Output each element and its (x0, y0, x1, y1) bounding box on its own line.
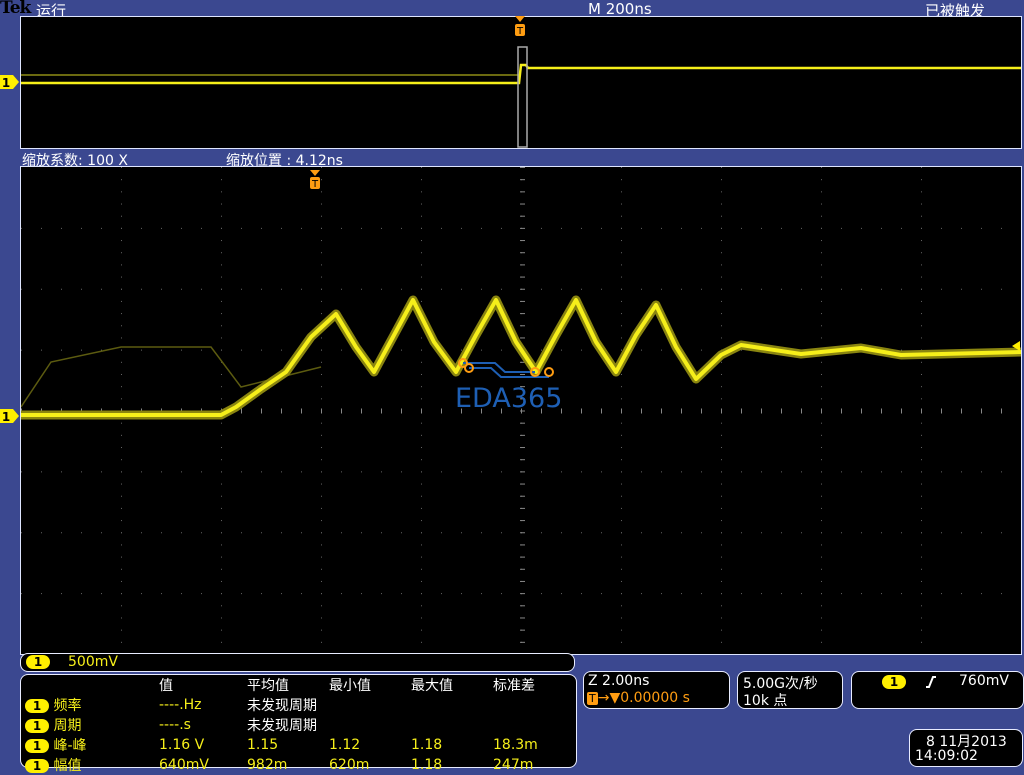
measurement-min: 620m (329, 757, 370, 773)
time: 14:09:02 (915, 748, 978, 764)
measurement-std: 18.3m (493, 737, 538, 753)
channel-1-marker-overview[interactable]: 1 (0, 74, 20, 94)
measurement-value: 640mV (159, 757, 209, 773)
rising-edge-icon (924, 674, 938, 694)
measurement-max: 1.18 (411, 737, 443, 753)
channel-1-scale-box[interactable]: 1 500mV (20, 653, 575, 672)
measurement-note: 未发现周期 (247, 718, 317, 734)
measurement-min: 1.12 (329, 737, 361, 753)
trigger-marker-icon: T (514, 16, 526, 38)
measurement-mean: 1.15 (247, 737, 279, 753)
record-length: 10k 点 (743, 693, 788, 709)
trigger-level: 760mV (959, 673, 1009, 689)
svg-text:T: T (516, 26, 524, 37)
measurement-name: 频率 (53, 698, 82, 714)
measurement-value: ----.s (159, 717, 191, 733)
datetime-box: 8 11月2013 14:09:02 (909, 729, 1023, 767)
trigger-position-icon: T (308, 170, 322, 190)
measurement-panel: 值 平均值 最小值 最大值 标准差 1 频率 ----.Hz 未发现周期 1 周… (20, 674, 577, 774)
trigger-position-value: 0.00000 s (620, 690, 690, 706)
measurement-value: 1.16 V (159, 737, 205, 753)
svg-text:1: 1 (2, 76, 10, 90)
svg-text:1: 1 (2, 410, 10, 424)
zoom-scale: Z 2.00ns (588, 673, 650, 689)
measurement-row-amplitude[interactable]: 1 幅值 640mV 982m 620m 1.18 247m (25, 755, 538, 775)
measurement-max: 1.18 (411, 757, 443, 773)
measurement-row-period[interactable]: 1 周期 ----.s 未发现周期 (25, 715, 538, 735)
trigger-box[interactable]: 1 760mV (851, 671, 1024, 709)
measurement-value: ----.Hz (159, 697, 202, 713)
header-min: 最小值 (329, 678, 371, 694)
header-mean: 平均值 (247, 678, 289, 694)
zoom-timebase-box[interactable]: Z 2.00ns T →▼0.00000 s (583, 671, 730, 709)
channel-badge: 1 (25, 719, 49, 733)
measurement-name: 幅值 (53, 758, 82, 774)
trigger-channel-badge: 1 (882, 675, 906, 689)
trigger-position: T →▼0.00000 s (587, 690, 690, 706)
channel-badge: 1 (25, 699, 49, 713)
channel-1-ground-marker[interactable]: 1 (0, 408, 20, 428)
measurement-std: 247m (493, 757, 534, 773)
channel-1-badge: 1 (26, 655, 50, 669)
measurement-name: 周期 (53, 718, 82, 734)
acquisition-box[interactable]: 5.00G次/秒 10k 点 (737, 671, 843, 709)
header-max: 最大值 (411, 678, 453, 694)
measurement-row-frequency[interactable]: 1 频率 ----.Hz 未发现周期 (25, 695, 538, 715)
trigger-offset-icon: T (587, 692, 598, 705)
channel-badge: 1 (25, 739, 49, 753)
svg-text:T: T (311, 179, 319, 190)
zoom-window-box (517, 46, 528, 148)
measurement-row-peak-to-peak[interactable]: 1 峰-峰 1.16 V 1.15 1.12 1.18 18.3m (25, 735, 538, 755)
channel-badge: 1 (25, 759, 49, 773)
channel-1-scale: 500mV (68, 654, 118, 670)
header-std: 标准差 (493, 678, 535, 694)
header-value: 值 (159, 678, 173, 694)
measurement-mean: 982m (247, 757, 288, 773)
measurement-name: 峰-峰 (53, 738, 87, 754)
trigger-level-arrow-icon (1012, 336, 1022, 355)
eda365-watermark-logo: EDA365 (455, 355, 570, 419)
measurement-note: 未发现周期 (247, 698, 317, 714)
